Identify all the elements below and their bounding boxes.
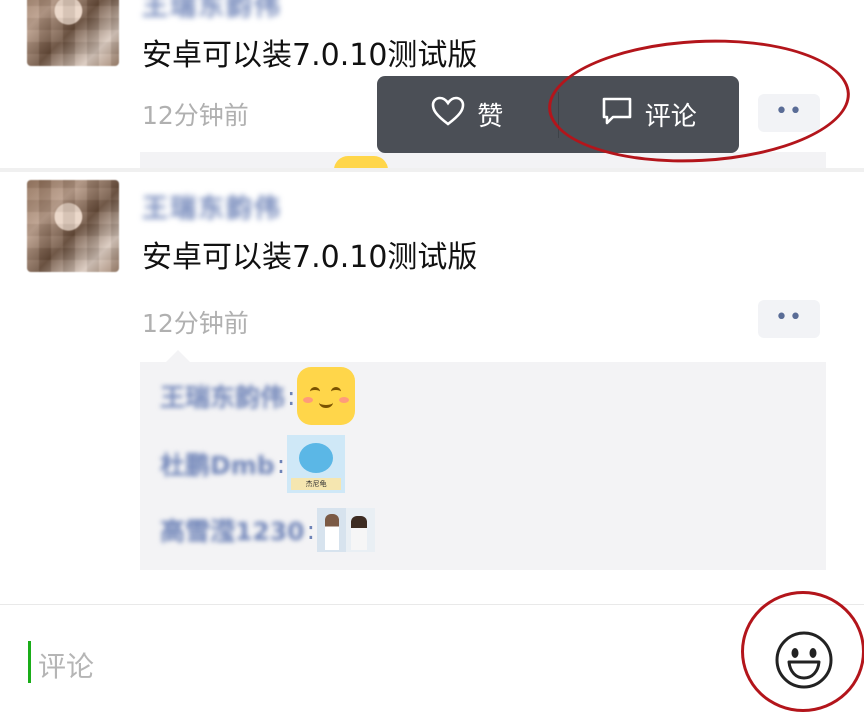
moment-post: 王瑞东韵伟 安卓可以装7.0.10测试版 12分钟前 •• 王瑞东韵伟 : 杜鹏…: [0, 172, 864, 602]
avatar[interactable]: [27, 0, 119, 66]
emoji-icon: [774, 631, 834, 694]
like-button[interactable]: 赞: [377, 76, 558, 153]
comment-author[interactable]: 高雪滢1230: [160, 512, 305, 548]
action-popup: 赞 评论: [377, 76, 739, 153]
comment-bubble-icon: [601, 96, 633, 133]
photo-person: [325, 514, 340, 550]
comment-input[interactable]: 评论: [22, 627, 728, 701]
heart-icon: [431, 96, 465, 133]
comment-author[interactable]: 杜鹏Dmb: [160, 446, 275, 482]
post-text: 安卓可以装7.0.10测试版: [142, 38, 478, 73]
comments-section: 王瑞东韵伟 : 杜鹏Dmb : 杰尼龟 高雪滢1230 :: [140, 350, 826, 570]
comment-input-bar: 评论: [0, 604, 864, 718]
comment-colon: :: [276, 449, 286, 479]
username[interactable]: 王瑞东韵伟: [142, 188, 312, 224]
photo-sticker: [317, 508, 376, 552]
comment-item[interactable]: 高雪滢1230 :: [160, 500, 376, 560]
emoji-button[interactable]: [774, 630, 834, 690]
post-time: 12分钟前: [142, 309, 249, 338]
comment-input-placeholder: 评论: [38, 650, 95, 683]
comment-author[interactable]: 王瑞东韵伟: [160, 378, 285, 414]
comment-colon: :: [306, 515, 316, 545]
post-time: 12分钟前: [142, 101, 249, 130]
avatar[interactable]: [27, 180, 119, 272]
comment-area-edge: [140, 152, 826, 168]
sticker-eye: [331, 387, 342, 396]
sticker-cheek: [303, 397, 314, 403]
sticker-cheek: [339, 397, 350, 403]
text-cursor: [28, 641, 31, 683]
squirtle-sticker: 杰尼龟: [287, 435, 346, 493]
more-actions-button[interactable]: ••: [758, 94, 820, 132]
sticker-caption: 杰尼龟: [291, 478, 342, 490]
username[interactable]: 王瑞东韵伟: [142, 0, 312, 22]
sticker-mouth: [319, 397, 334, 408]
comment-button[interactable]: 评论: [559, 76, 740, 153]
sticker-eye: [310, 387, 321, 396]
sticker-head: [299, 443, 334, 473]
photo-person: [351, 516, 368, 550]
comment-colon: :: [287, 381, 296, 411]
more-actions-button[interactable]: ••: [758, 300, 820, 338]
comment-item[interactable]: 杜鹏Dmb : 杰尼龟: [160, 434, 346, 494]
like-label: 赞: [477, 102, 504, 132]
smile-sticker: [297, 367, 356, 425]
post-text: 安卓可以装7.0.10测试版: [142, 240, 478, 275]
comment-item[interactable]: 王瑞东韵伟 :: [160, 366, 356, 426]
smile-sticker-partial: [334, 156, 388, 168]
comment-label: 评论: [644, 102, 697, 132]
